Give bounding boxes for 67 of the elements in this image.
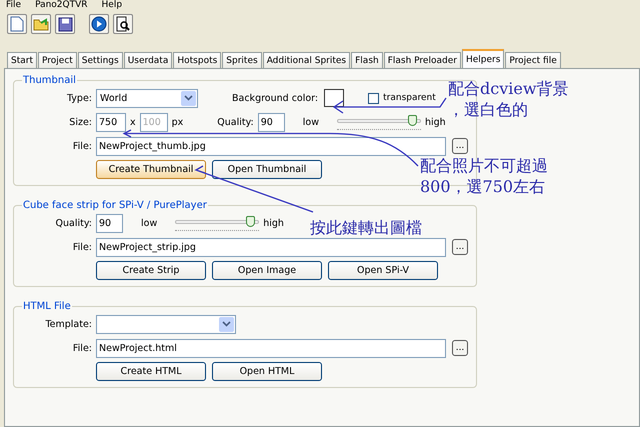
quality-label: Quality: [217,116,254,128]
tab[interactable]: Hotspots [173,52,222,68]
toolbar-button[interactable] [55,14,75,34]
tab[interactable]: Flash Preloader [384,52,461,68]
tab[interactable]: Start [7,52,37,68]
menu-item[interactable]: Pano2QTVR [35,0,88,10]
folder-icon [33,17,49,31]
tab[interactable]: Userdata [124,52,172,68]
high-label: high [263,218,284,228]
group-title: HTML File [22,301,72,312]
type-label: Type: [66,92,92,104]
unit-label: px [172,116,184,128]
file-field[interactable]: NewProject.html [96,338,446,358]
quality-label: Quality: [54,218,92,228]
size-separator: x [130,116,136,128]
tab[interactable]: Sprites [222,52,262,68]
file-field[interactable]: NewProject_thumb.jpg [96,136,446,156]
group-title: Thumbnail [22,75,77,86]
group-title: Cube face strip for SPi-V / PurePlayer [22,200,208,211]
tab[interactable]: Project file [505,52,561,68]
page-icon [10,16,24,32]
action-button[interactable]: Open SPi-V [328,261,438,280]
size-label: Size: [68,116,92,128]
low-label: low [302,116,319,128]
browse-button[interactable]: ... [452,138,468,154]
quality-slider[interactable] [175,215,260,231]
action-button[interactable]: Open Thumbnail [212,160,322,179]
action-button[interactable]: Create Strip [96,261,206,280]
slider-thumb[interactable] [408,115,417,126]
magnifier-icon [116,16,130,32]
toolbar-button[interactable] [89,14,109,34]
action-button[interactable]: Create Thumbnail [96,160,206,179]
transparent-label: transparent [383,93,436,103]
slider-thumb[interactable] [246,216,255,227]
transparent-checkbox[interactable] [368,92,380,104]
menu-item[interactable]: Help [102,0,122,10]
annotation-note: 按此鍵轉出圖檔 [310,217,422,238]
toolbar-button[interactable] [113,14,133,34]
tab[interactable]: Additional Sprites [262,52,350,68]
browse-button[interactable]: ... [452,239,468,255]
type-dropdown[interactable]: World [96,88,198,108]
tab[interactable]: Helpers [462,49,504,68]
template-label: Template: [44,318,92,330]
low-label: low [141,218,158,228]
width-field[interactable]: 750 [96,112,126,132]
annotation-note: 配合dcview背景 ，選白色的 [448,78,569,120]
high-label: high [424,116,446,128]
background-color-label: Background color: [232,92,318,104]
tab[interactable]: Project [38,52,77,68]
menu-item[interactable]: File [6,0,22,10]
color-swatch[interactable] [324,89,344,107]
file-label: File: [72,242,92,252]
action-button[interactable]: Open Image [212,261,322,280]
quality-field[interactable]: 90 [258,112,285,132]
file-field[interactable]: NewProject_strip.jpg [96,238,446,256]
annotation-note: 配合照片不可超過 800，選750左右 [420,155,548,197]
action-button[interactable]: Create HTML [96,362,206,381]
browse-button[interactable]: ... [452,340,468,356]
file-label: File: [72,140,92,152]
template-dropdown[interactable] [96,314,236,334]
tab[interactable]: Flash [351,52,383,68]
play-icon [91,16,107,32]
action-button[interactable]: Open HTML [212,362,322,381]
quality-field[interactable]: 90 [96,214,123,232]
quality-slider[interactable] [336,114,421,130]
file-label: File: [72,342,92,354]
tab[interactable]: Settings [78,52,123,68]
